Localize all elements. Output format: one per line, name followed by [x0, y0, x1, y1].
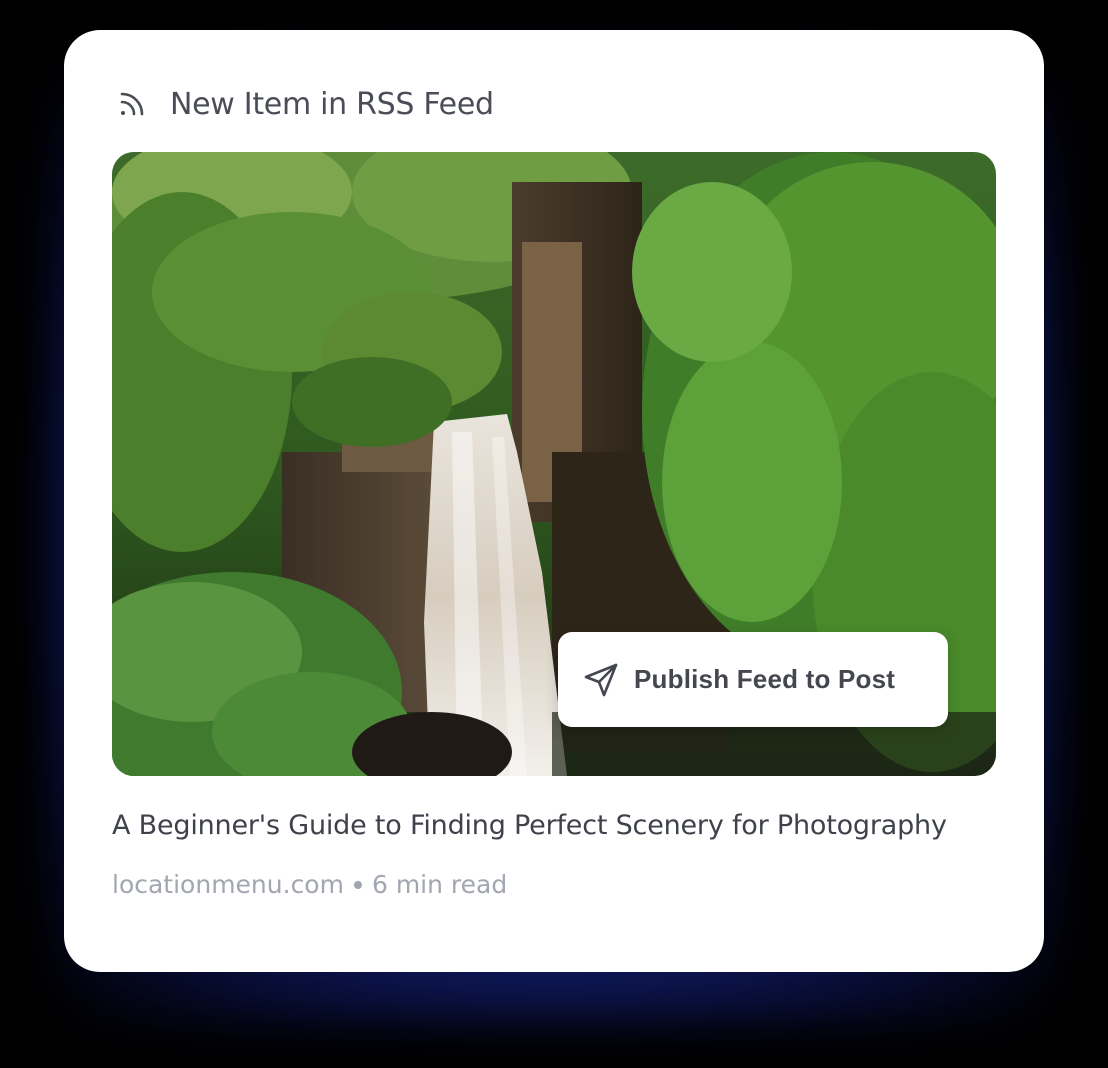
send-icon — [584, 663, 618, 696]
rss-icon — [120, 92, 144, 116]
article-read-time: 6 min read — [371, 870, 508, 899]
card-header: New Item in RSS Feed — [116, 82, 494, 126]
waterfall-photo: Publish Feed to Post — [112, 152, 996, 776]
rss-item-card[interactable]: New Item in RSS Feed Publish Feed to Pos… — [64, 30, 1044, 972]
stage: New Item in RSS Feed Publish Feed to Pos… — [0, 0, 1108, 1068]
publish-feed-button[interactable]: Publish Feed to Post — [558, 632, 948, 727]
header-title: New Item in RSS Feed — [170, 86, 494, 122]
article-meta: locationmenu.com 6 min read — [112, 870, 507, 899]
article-title[interactable]: A Beginner's Guide to Finding Perfect Sc… — [112, 810, 996, 841]
article-domain[interactable]: locationmenu.com — [112, 870, 344, 899]
separator-dot — [353, 880, 362, 889]
publish-button-label: Publish Feed to Post — [634, 664, 896, 694]
